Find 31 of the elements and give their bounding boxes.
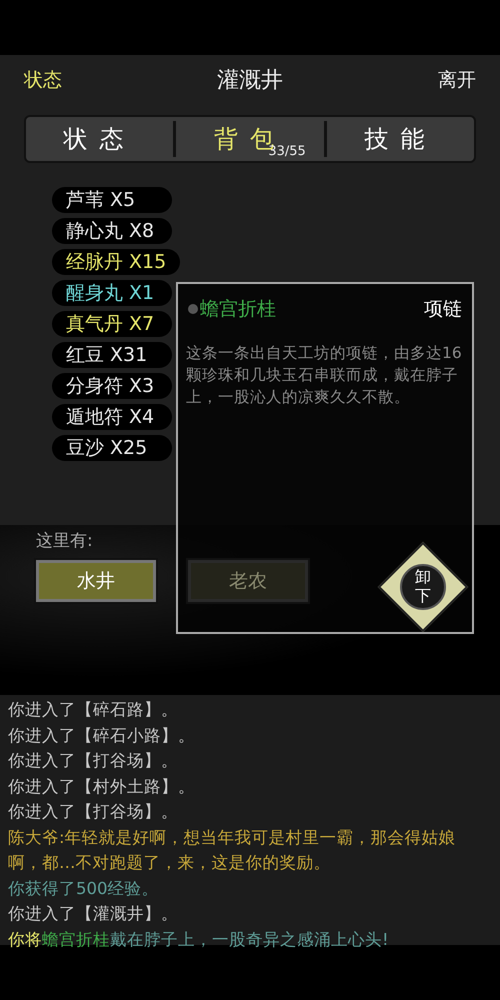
inventory-item[interactable]: 红豆 X31 [52,342,172,368]
log-line: 你进入了【碎石小路】。 [8,724,196,746]
inventory-item[interactable]: 真气丹 X7 [52,311,172,337]
item-name: 蟾宫折桂 [200,297,276,322]
unequip-button[interactable]: 卸下 [378,542,468,632]
log-line: 你进入了【灌溉井】。 [8,903,179,925]
log-line: 你进入了【碎石路】。 [8,699,179,721]
item-type: 项链 [424,297,462,322]
inventory-item[interactable]: 经脉丹 X15 [52,249,180,275]
tab[interactable]: 状态 [26,117,174,161]
inventory-item[interactable]: 分身符 X3 [52,373,172,399]
log-line: 你进入了【打谷场】。 [8,801,179,823]
npc-button[interactable]: 水井 [36,560,156,602]
log-line: 你进入了【打谷场】。 [8,750,179,772]
tab[interactable]: 技能 [326,117,474,161]
log-line: 你将蟾宫折桂戴在脖子上，一股奇异之感涌上心头! [8,928,390,950]
inventory-item[interactable]: 芦苇 X5 [52,187,172,213]
inventory-item[interactable]: 豆沙 X25 [52,435,172,461]
log-line: 你进入了【村外土路】。 [8,776,196,798]
dot-icon [188,304,198,314]
status-link[interactable]: 状态 [24,67,62,93]
item-description: 这条一条出自天工坊的项链，由多达16颗珍珠和几块玉石串联而成，戴在脖子上，一股沁人的凉爽久久不散。 [186,343,463,408]
here-label: 这里有: [36,530,94,552]
inventory-item[interactable]: 遁地符 X4 [52,404,172,430]
inventory-item[interactable]: 醒身丸 X1 [52,280,172,306]
leave-link[interactable]: 离开 [438,67,476,93]
log-line: 陈大爷:年轻就是好啊，想当年我可是村里一霸，那会得姑娘啊，都…不对跑题了，来，这是你的奖励。 [8,826,457,874]
inventory-item[interactable]: 静心丸 X8 [52,218,172,244]
location-title: 灌溉井 [217,67,283,95]
log-line: 你获得了500经验。 [8,878,160,900]
npc-button[interactable]: 老农 [188,560,308,602]
